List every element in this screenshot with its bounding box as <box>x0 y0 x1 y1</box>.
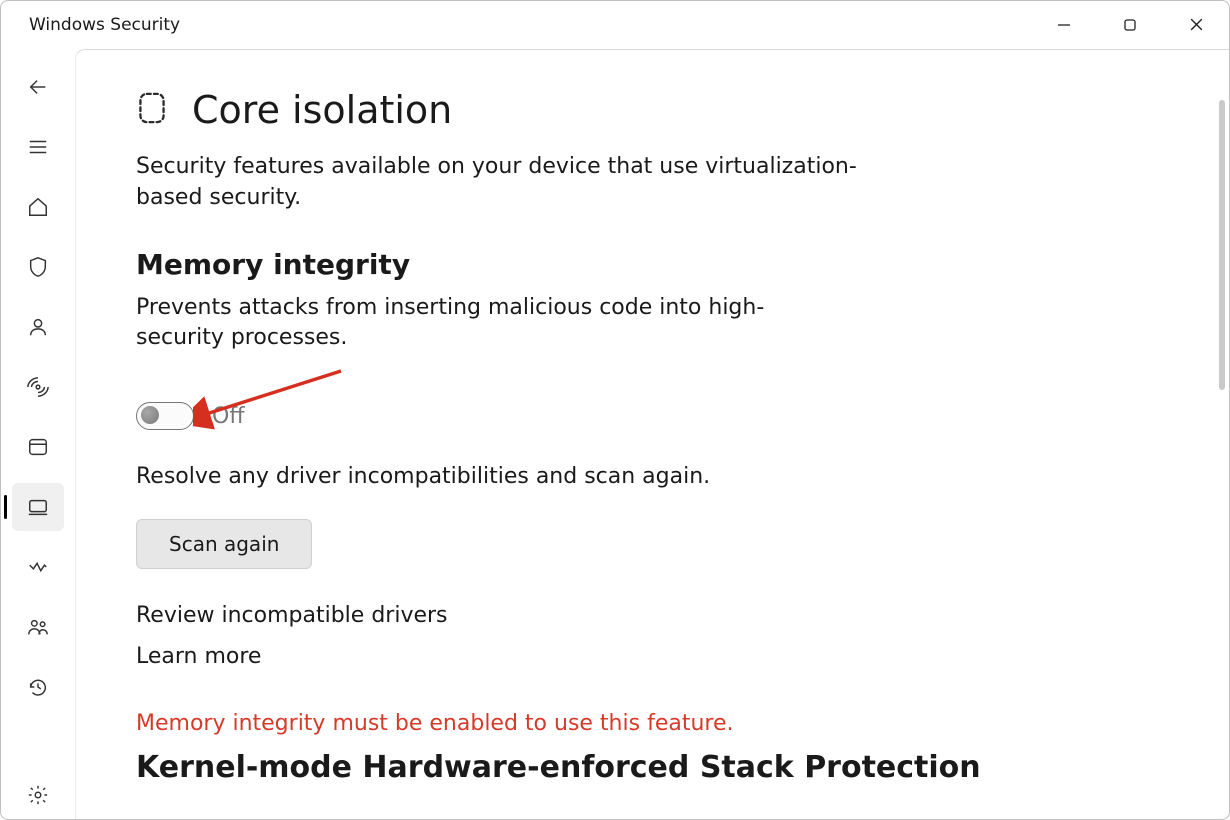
window-title: Windows Security <box>29 15 180 35</box>
maximize-button[interactable] <box>1097 3 1163 47</box>
toggle-state-label: Off <box>212 404 244 429</box>
page-title: Core isolation <box>192 88 452 132</box>
hamburger-menu[interactable] <box>12 123 64 171</box>
titlebar: Windows Security <box>1 1 1229 49</box>
core-isolation-icon <box>136 90 168 130</box>
main-content: Core isolation Security features availab… <box>75 49 1229 819</box>
sidebar-item-app-browser[interactable] <box>12 423 64 471</box>
sidebar-item-settings[interactable] <box>12 771 64 819</box>
sidebar-item-account[interactable] <box>12 303 64 351</box>
sidebar <box>1 49 75 819</box>
memory-integrity-heading: Memory integrity <box>136 248 1169 281</box>
memory-integrity-toggle-row: Off <box>136 402 1169 430</box>
sidebar-item-family[interactable] <box>12 603 64 651</box>
sidebar-item-virus[interactable] <box>12 243 64 291</box>
resolve-hint: Resolve any driver incompatibilities and… <box>136 464 1169 489</box>
memory-integrity-toggle[interactable] <box>136 402 194 430</box>
sidebar-item-home[interactable] <box>12 183 64 231</box>
back-button[interactable] <box>12 63 64 111</box>
review-drivers-link[interactable]: Review incompatible drivers <box>136 603 1169 628</box>
sidebar-item-history[interactable] <box>12 663 64 711</box>
stack-protection-warning: Memory integrity must be enabled to use … <box>136 711 1169 736</box>
sidebar-item-performance[interactable] <box>12 543 64 591</box>
page-header: Core isolation <box>136 88 1169 132</box>
stack-protection-heading: Kernel-mode Hardware-enforced Stack Prot… <box>136 750 1169 785</box>
minimize-button[interactable] <box>1031 3 1097 47</box>
close-button[interactable] <box>1163 3 1229 47</box>
memory-integrity-desc: Prevents attacks from inserting maliciou… <box>136 293 836 355</box>
sidebar-item-device-security[interactable] <box>12 483 64 531</box>
page-subtitle: Security features available on your devi… <box>136 152 876 214</box>
sidebar-item-firewall[interactable] <box>12 363 64 411</box>
toggle-knob <box>141 406 159 424</box>
window-controls <box>1031 3 1229 47</box>
scrollbar[interactable] <box>1219 100 1225 390</box>
scan-again-button[interactable]: Scan again <box>136 519 312 569</box>
learn-more-link[interactable]: Learn more <box>136 644 1169 669</box>
